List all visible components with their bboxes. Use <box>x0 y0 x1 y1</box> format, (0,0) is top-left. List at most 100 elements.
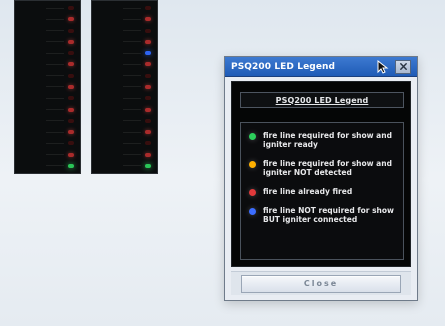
row-tick <box>123 154 141 156</box>
legend-item-orange: fire line required for show and igniter … <box>249 159 395 177</box>
row-tick <box>123 142 141 144</box>
led-indicator <box>145 163 151 168</box>
led-row <box>21 50 74 56</box>
led-row <box>21 129 74 135</box>
led-indicator <box>68 28 74 33</box>
led-strip-right-rows <box>98 5 151 169</box>
led-row <box>98 118 151 124</box>
legend-dot-red <box>249 189 256 196</box>
led-row <box>98 61 151 67</box>
led-indicator <box>145 118 151 123</box>
close-button[interactable]: Close <box>241 274 401 293</box>
legend-dot-orange <box>249 161 256 168</box>
led-indicator <box>145 107 151 112</box>
row-tick <box>46 41 64 43</box>
led-indicator <box>68 17 74 22</box>
led-indicator <box>145 84 151 89</box>
row-tick <box>46 86 64 88</box>
dialog-titlebar[interactable]: PSQ200 LED Legend <box>225 57 417 77</box>
led-indicator <box>68 39 74 44</box>
led-indicator <box>68 62 74 67</box>
row-tick <box>123 109 141 111</box>
row-tick <box>123 63 141 65</box>
led-row <box>21 16 74 22</box>
led-row <box>98 129 151 135</box>
legend-dot-green <box>249 133 256 140</box>
led-indicator <box>68 51 74 56</box>
row-tick <box>46 109 64 111</box>
led-row <box>98 73 151 79</box>
row-tick <box>46 97 64 99</box>
led-indicator <box>145 39 151 44</box>
row-tick <box>46 7 64 9</box>
led-indicator <box>68 118 74 123</box>
led-row <box>98 39 151 45</box>
row-tick <box>123 97 141 99</box>
led-indicator <box>145 96 151 101</box>
led-indicator <box>145 51 151 56</box>
row-tick <box>123 131 141 133</box>
led-row <box>21 73 74 79</box>
row-tick <box>46 75 64 77</box>
legend-header-label: PSQ200 LED Legend <box>275 95 369 105</box>
close-button-label: Close <box>303 279 339 288</box>
legend-item-green: fire line required for show and igniter … <box>249 131 395 149</box>
led-row <box>21 140 74 146</box>
led-row <box>21 61 74 67</box>
screen: PSQ200 LED Legend PSQ200 LED Legend fire… <box>0 0 445 326</box>
led-row <box>98 95 151 101</box>
led-row <box>21 84 74 90</box>
led-indicator <box>145 6 151 10</box>
row-tick <box>46 131 64 133</box>
close-x-button[interactable] <box>395 59 411 74</box>
dialog-footer: Close <box>231 271 411 295</box>
row-tick <box>123 120 141 122</box>
row-tick <box>123 75 141 77</box>
legend-text-green: fire line required for show and igniter … <box>263 131 392 149</box>
row-tick <box>46 18 64 20</box>
row-tick <box>46 52 64 54</box>
led-indicator <box>145 141 151 146</box>
dialog-title: PSQ200 LED Legend <box>231 61 336 72</box>
led-strip-left <box>14 0 81 174</box>
row-tick <box>123 165 141 167</box>
led-row <box>21 107 74 113</box>
row-tick <box>46 63 64 65</box>
legend-text-red: fire line already fired <box>263 187 353 196</box>
led-row <box>98 163 151 169</box>
row-tick <box>46 30 64 32</box>
led-row <box>98 152 151 158</box>
led-indicator <box>145 130 151 135</box>
led-row <box>21 95 74 101</box>
led-row <box>98 5 151 11</box>
close-x-icon <box>399 63 407 70</box>
legend-text-blue: fire line NOT required for show BUT igni… <box>263 206 394 224</box>
led-row <box>98 107 151 113</box>
row-tick <box>46 165 64 167</box>
led-row <box>98 16 151 22</box>
led-row <box>98 84 151 90</box>
legend-panel: fire line required for show and igniter … <box>240 122 404 260</box>
led-row <box>21 28 74 34</box>
led-legend-dialog: PSQ200 LED Legend PSQ200 LED Legend fire… <box>224 56 418 301</box>
legend-item-red: fire line already fired <box>249 187 395 196</box>
led-indicator <box>145 28 151 33</box>
row-tick <box>123 30 141 32</box>
led-indicator <box>68 6 74 10</box>
row-tick <box>123 41 141 43</box>
led-indicator <box>68 163 74 168</box>
row-tick <box>46 120 64 122</box>
led-row <box>21 118 74 124</box>
led-strip-left-rows <box>21 5 74 169</box>
row-tick <box>123 86 141 88</box>
led-row <box>21 152 74 158</box>
led-indicator <box>68 96 74 101</box>
row-tick <box>123 52 141 54</box>
legend-item-blue: fire line NOT required for show BUT igni… <box>249 206 395 224</box>
led-row <box>98 28 151 34</box>
led-indicator <box>68 107 74 112</box>
led-row <box>98 140 151 146</box>
row-tick <box>123 7 141 9</box>
led-row <box>21 163 74 169</box>
led-indicator <box>68 152 74 157</box>
